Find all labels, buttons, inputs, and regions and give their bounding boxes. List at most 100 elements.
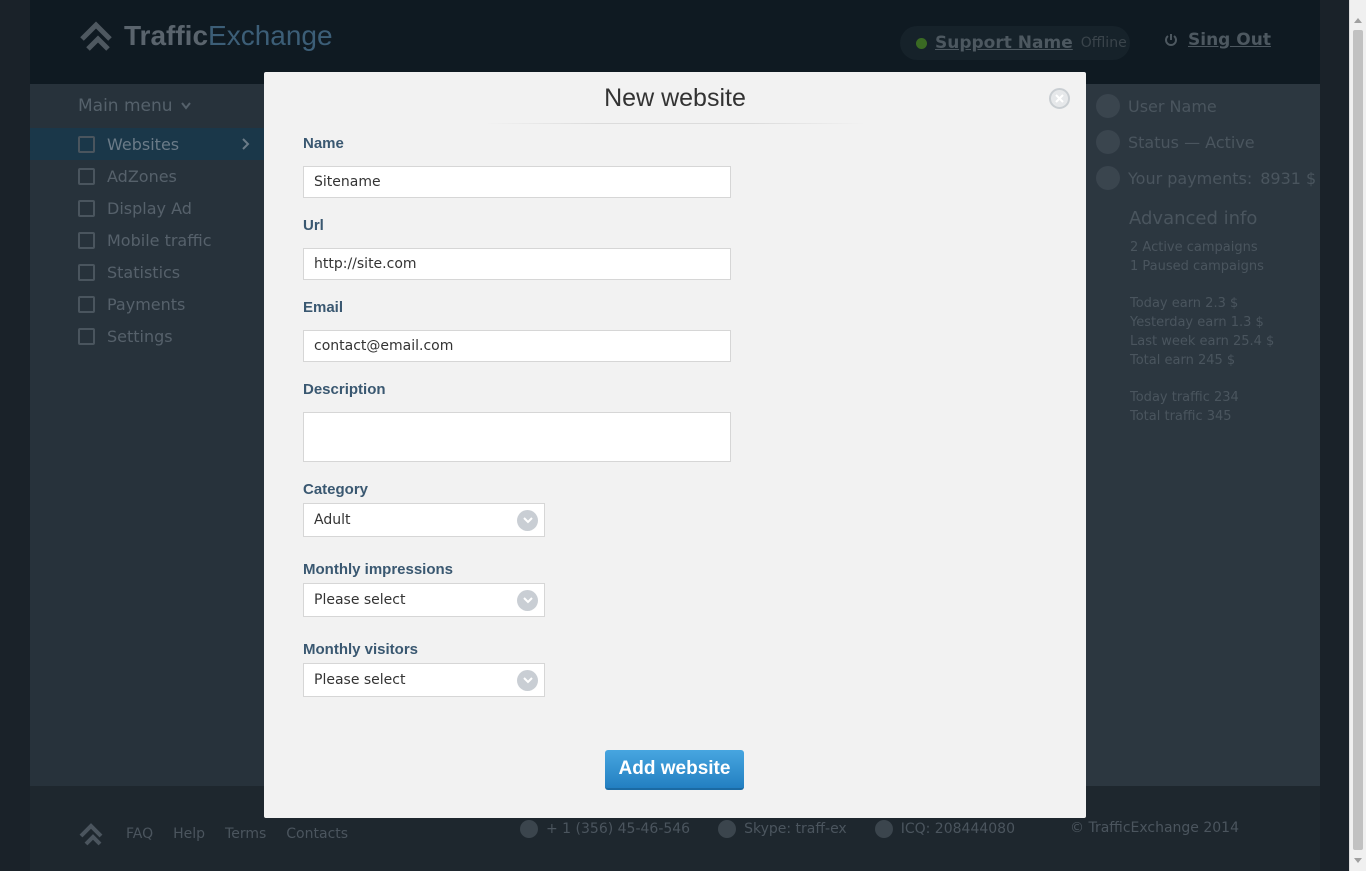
dollar-icon <box>1096 166 1120 190</box>
phone-icon <box>520 820 538 838</box>
chevron-down-icon <box>517 590 538 611</box>
scroll-down-arrow-icon[interactable] <box>1354 858 1362 863</box>
main-menu-toggle[interactable]: Main menu <box>78 96 191 116</box>
flag-plus-icon <box>78 199 95 217</box>
list-item: Today earn 2.3 $ <box>1130 296 1239 311</box>
logo-text: TrafficExchange <box>124 20 333 51</box>
footer-link-terms[interactable]: Terms <box>225 826 266 842</box>
scrollbar-thumb[interactable] <box>1353 30 1363 850</box>
sign-out-label: Sing Out <box>1188 30 1271 50</box>
page-scrollbar[interactable] <box>1349 0 1366 871</box>
footer-link-help[interactable]: Help <box>173 826 205 842</box>
monthly-impressions-label: Monthly impressions <box>303 561 454 578</box>
list-item: Total earn 245 $ <box>1130 353 1236 368</box>
close-icon <box>1055 94 1064 103</box>
title-divider <box>484 123 866 124</box>
flag-icon <box>78 167 95 185</box>
skype-contact: Skype: traff-ex <box>718 820 847 838</box>
list-item: Yesterday earn 1.3 $ <box>1130 315 1264 330</box>
sign-out-button[interactable]: Sing Out <box>1164 30 1271 50</box>
chevron-down-icon <box>180 102 191 110</box>
description-textarea[interactable] <box>303 412 731 462</box>
page-gutter-right <box>1320 0 1350 871</box>
chart-icon <box>78 263 95 281</box>
check-icon <box>1096 130 1120 154</box>
impressions-selected-value: Please select <box>314 592 406 608</box>
icq-number: ICQ: 208444080 <box>900 821 1015 837</box>
category-select[interactable]: Adult <box>303 503 545 537</box>
skype-id: Skype: traff-ex <box>744 821 847 837</box>
earnings-list: Today earn 2.3 $ Yesterday earn 1.3 $ La… <box>1130 294 1274 370</box>
email-input[interactable]: contact@email.com <box>303 330 731 362</box>
list-item: Last week earn 25.4 $ <box>1130 334 1275 349</box>
email-label: Email <box>303 299 344 316</box>
close-dialog-button[interactable] <box>1049 88 1070 109</box>
chevron-down-icon <box>517 510 538 531</box>
gear-icon <box>78 295 95 313</box>
phone-number: + 1 (356) 45-46-546 <box>546 821 691 837</box>
support-name-link[interactable]: Support Name <box>935 33 1073 53</box>
visitors-selected-value: Please select <box>314 672 406 688</box>
url-label: Url <box>303 217 324 234</box>
add-website-button[interactable]: Add website <box>605 750 744 790</box>
sidebar-item-display-ad[interactable]: Display Ad <box>30 192 264 224</box>
sidebar-item-label: Statistics <box>107 262 181 282</box>
monthly-impressions-select[interactable]: Please select <box>303 583 545 617</box>
phone-contact: + 1 (356) 45-46-546 <box>520 820 690 838</box>
support-status-pill: Support Name Offline <box>900 26 1130 60</box>
flag-plus-icon <box>78 231 95 249</box>
logo-icon <box>78 17 116 55</box>
sidebar-item-settings[interactable]: Settings <box>30 320 264 352</box>
name-input[interactable]: Sitename <box>303 166 731 198</box>
sidebar-item-statistics[interactable]: Statistics <box>30 256 264 288</box>
sidebar-item-adzones[interactable]: AdZones <box>30 160 264 192</box>
footer-links: FAQ Help Terms Contacts <box>78 820 348 848</box>
monthly-visitors-label: Monthly visitors <box>303 641 419 658</box>
payments-value: 8931 $ <box>1260 168 1317 188</box>
campaigns-list: 2 Active campaigns 1 Paused campaigns <box>1130 238 1264 276</box>
list-item: Total traffic 345 <box>1130 409 1232 424</box>
description-label: Description <box>303 381 386 398</box>
payments-row: Your payments: 8931 $ <box>1096 166 1316 190</box>
sidebar-item-label: Settings <box>107 326 173 346</box>
footer-link-faq[interactable]: FAQ <box>126 826 153 842</box>
list-item: Today traffic 234 <box>1130 390 1239 405</box>
chevron-right-icon <box>242 138 250 150</box>
list-item: 1 Paused campaigns <box>1130 259 1264 274</box>
list-item: 2 Active campaigns <box>1130 240 1258 255</box>
footer-logo-icon <box>78 820 106 848</box>
sidebar-item-label: Websites <box>107 134 180 154</box>
scroll-up-arrow-icon[interactable] <box>1354 18 1362 23</box>
url-input[interactable]: http://site.com <box>303 248 731 280</box>
user-icon <box>1096 94 1120 118</box>
footer-link-contacts[interactable]: Contacts <box>286 826 348 842</box>
online-status-dot <box>916 37 927 49</box>
advanced-info-title: Advanced info <box>1129 208 1258 229</box>
website-icon <box>78 135 95 153</box>
user-name-row: User Name <box>1096 94 1217 118</box>
sidebar-nav: Websites AdZones Display Ad Mobile traff… <box>30 128 264 352</box>
sidebar-item-label: Mobile traffic <box>107 230 212 250</box>
name-label: Name <box>303 135 344 152</box>
payments-label: Your payments: <box>1128 168 1253 188</box>
logo[interactable]: TrafficExchange <box>78 14 333 58</box>
sidebar-item-mobile-traffic[interactable]: Mobile traffic <box>30 224 264 256</box>
footer-contacts: + 1 (356) 45-46-546 Skype: traff-ex ICQ:… <box>520 820 1015 838</box>
copyright: © TrafficExchange 2014 <box>1070 820 1239 836</box>
sidebar-item-label: Payments <box>107 294 186 314</box>
sidebar: Main menu Websites AdZones Display Ad Mo… <box>30 84 264 786</box>
monthly-visitors-select[interactable]: Please select <box>303 663 545 697</box>
support-status-text: Offline <box>1080 35 1127 51</box>
sidebar-item-payments[interactable]: Payments <box>30 288 264 320</box>
sidebar-item-websites[interactable]: Websites <box>30 128 264 160</box>
chevron-down-icon <box>517 670 538 691</box>
icq-icon <box>874 820 893 838</box>
page-gutter-left <box>0 0 30 871</box>
new-website-dialog: New website Name Sitename Url http://sit… <box>264 72 1086 818</box>
main-menu-label: Main menu <box>78 96 173 116</box>
traffic-list: Today traffic 234 Total traffic 345 <box>1130 388 1239 426</box>
icq-contact: ICQ: 208444080 <box>874 820 1015 838</box>
sidebar-item-label: Display Ad <box>107 198 192 218</box>
status-row: Status — Active <box>1096 130 1255 154</box>
power-icon <box>1165 34 1177 46</box>
